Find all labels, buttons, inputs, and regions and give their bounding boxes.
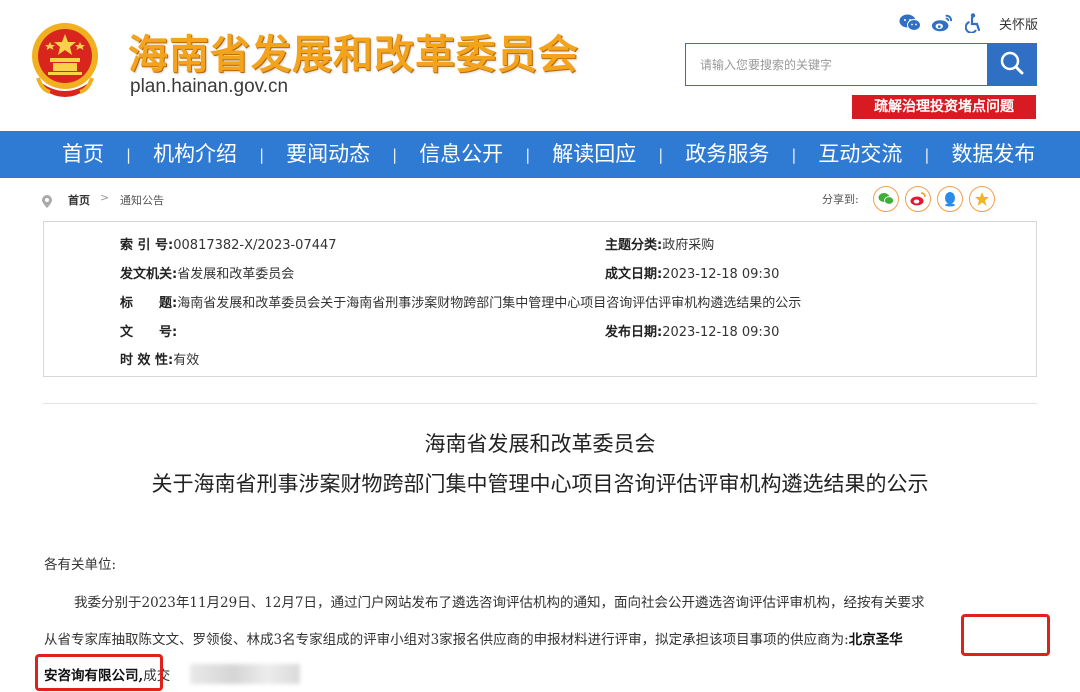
nav-item-data[interactable]: 数据发布 xyxy=(951,131,1035,178)
meta-issuer-value: 省发展和改革委员会 xyxy=(177,267,295,282)
meta-validity-label: 时 效 性: xyxy=(120,353,174,368)
blurred-text-region xyxy=(190,664,300,684)
meta-published-date: 发布日期:2023-12-18 09:30 xyxy=(605,321,779,340)
meta-published-label: 发布日期: xyxy=(605,325,663,340)
meta-title-label: 标 题: xyxy=(120,296,178,311)
nav-separator: | xyxy=(658,145,664,164)
nav-item-interaction[interactable]: 互动交流 xyxy=(818,131,902,178)
meta-issuer-label: 发文机关: xyxy=(120,267,178,282)
article-para1-line2-text: 从省专家库抽取陈文文、罗领俊、林成3名专家组成的评审小组对3家报名供应商的申报材… xyxy=(44,632,849,648)
care-mode-link[interactable]: 关怀版 xyxy=(999,14,1038,33)
nav-separator: | xyxy=(525,145,531,164)
article-salutation: 各有关单位: xyxy=(44,557,117,573)
document-metadata-box: 索 引 号:00817382-X/2023-07447 主题分类:政府采购 发文… xyxy=(43,221,1037,377)
accessibility-icon[interactable] xyxy=(963,12,985,34)
location-pin-icon xyxy=(42,193,52,212)
meta-category-label: 主题分类: xyxy=(605,238,663,253)
share-qq-icon[interactable] xyxy=(936,186,963,212)
highlight-box-1 xyxy=(961,614,1050,656)
breadcrumb-home[interactable]: 首页 xyxy=(68,192,90,208)
share-label: 分享到: xyxy=(822,193,859,206)
meta-published-value: 2023-12-18 09:30 xyxy=(662,325,780,340)
meta-issuer: 发文机关:省发展和改革委员会 xyxy=(120,263,294,282)
meta-title: 标 题:海南省发展和改革委员会关于海南省刑事涉案财物跨部门集中管理中心项目咨询评… xyxy=(120,292,801,311)
nav-item-news[interactable]: 要闻动态 xyxy=(286,131,370,178)
meta-title-value: 海南省发展和改革委员会关于海南省刑事涉案财物跨部门集中管理中心项目咨询评估评审机… xyxy=(177,296,802,311)
nav-item-about[interactable]: 机构介绍 xyxy=(153,131,237,178)
weibo-icon[interactable] xyxy=(931,12,953,34)
meta-docno-label: 文 号: xyxy=(120,325,178,340)
meta-index-label: 索 引 号: xyxy=(120,238,174,253)
content-divider xyxy=(43,403,1037,404)
search-input[interactable] xyxy=(686,44,987,85)
highlight-box-2 xyxy=(35,654,163,691)
national-emblem-icon xyxy=(28,20,102,100)
meta-written-value: 2023-12-18 09:30 xyxy=(662,267,780,282)
site-title[interactable]: 海南省发展和改革委员会 xyxy=(128,22,579,80)
search-button[interactable] xyxy=(987,44,1036,85)
meta-category: 主题分类:政府采购 xyxy=(605,234,714,253)
meta-index-value: 00817382-X/2023-07447 xyxy=(173,238,337,253)
meta-validity-value: 有效 xyxy=(173,353,200,368)
share-qzone-icon[interactable] xyxy=(968,186,995,212)
share-wechat-icon[interactable] xyxy=(872,186,899,212)
breadcrumb: 首页 > 通知公告 分享到: xyxy=(0,178,1080,220)
search-icon xyxy=(999,50,1025,80)
meta-category-value: 政府采购 xyxy=(662,238,715,253)
breadcrumb-separator: > xyxy=(100,191,110,204)
share-weibo-icon[interactable] xyxy=(904,186,931,212)
promo-banner-link[interactable]: 疏解治理投资堵点问题 xyxy=(852,95,1036,119)
search-box xyxy=(685,43,1037,86)
site-header: 海南省发展和改革委员会 plan.hainan.gov.cn 关怀版 请输入您要… xyxy=(0,0,1080,131)
meta-index: 索 引 号:00817382-X/2023-07447 xyxy=(120,234,337,253)
nav-separator: | xyxy=(791,145,797,164)
article-title-line1: 海南省发展和改革委员会 xyxy=(424,432,656,456)
nav-separator: | xyxy=(392,145,398,164)
nav-separator: | xyxy=(126,145,132,164)
meta-written-date: 成文日期:2023-12-18 09:30 xyxy=(605,263,779,282)
share-bar: 分享到: xyxy=(822,186,995,212)
main-nav: 首页 | 机构介绍 | 要闻动态 | 信息公开 | 解读回应 | 政务服务 | … xyxy=(0,131,1080,178)
nav-item-disclosure[interactable]: 信息公开 xyxy=(419,131,503,178)
meta-validity: 时 效 性:有效 xyxy=(120,349,199,368)
nav-item-interpretation[interactable]: 解读回应 xyxy=(552,131,636,178)
wechat-icon[interactable] xyxy=(899,12,921,34)
meta-docno: 文 号: xyxy=(120,321,177,340)
site-domain: plan.hainan.gov.cn xyxy=(130,76,289,97)
breadcrumb-current[interactable]: 通知公告 xyxy=(120,192,164,208)
top-utility-icons: 关怀版 xyxy=(899,12,1038,34)
nav-separator: | xyxy=(924,145,930,164)
highlighted-company-name-part1: 北京圣华 xyxy=(848,632,903,648)
nav-item-home[interactable]: 首页 xyxy=(62,131,104,178)
article-para1-line2: 从省专家库抽取陈文文、罗领俊、林成3名专家组成的评审小组对3家报名供应商的申报材… xyxy=(44,628,903,648)
article-para1-line1: 我委分别于2023年11月29日、12月7日，通过门户网站发布了遴选咨询评估机构… xyxy=(74,595,925,611)
article-title-line2: 关于海南省刑事涉案财物跨部门集中管理中心项目咨询评估评审机构遴选结果的公示 xyxy=(151,472,929,496)
nav-separator: | xyxy=(259,145,265,164)
nav-item-services[interactable]: 政务服务 xyxy=(685,131,769,178)
meta-written-label: 成文日期: xyxy=(605,267,663,282)
